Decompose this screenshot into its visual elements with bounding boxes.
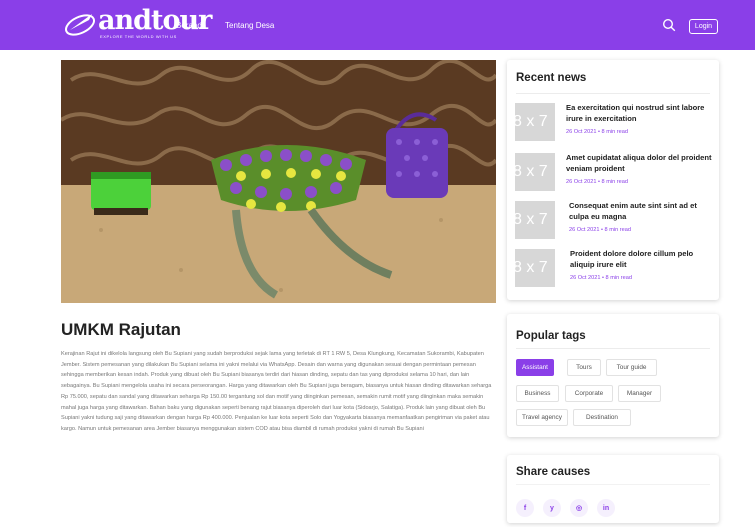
news-thumbnail: 8 x 7 bbox=[515, 249, 555, 287]
recent-news-title: Recent news bbox=[516, 72, 587, 84]
news-title: Ea exercitation qui nostrud sint labore … bbox=[566, 103, 705, 123]
tag-manager[interactable]: Manager bbox=[618, 385, 661, 402]
hero-image bbox=[61, 60, 496, 303]
share-causes-title: Share causes bbox=[516, 466, 591, 478]
instagram-icon[interactable]: ◎ bbox=[570, 499, 588, 517]
popular-tags-card: Popular tags Assistant Tours Tour guide … bbox=[507, 314, 719, 437]
twitter-icon[interactable]: y bbox=[543, 499, 561, 517]
article-body: Kerajinan Rajut ini dikelola langsung ol… bbox=[61, 351, 492, 432]
divider bbox=[516, 93, 710, 94]
tag-travel-agency[interactable]: Travel agency bbox=[516, 409, 568, 426]
login-button[interactable]: Login bbox=[689, 19, 718, 34]
news-thumbnail: 8 x 7 bbox=[515, 201, 555, 239]
plane-globe-icon bbox=[62, 8, 98, 38]
news-item[interactable]: 8 x 7 Consequat enim aute sint sint ad e… bbox=[515, 201, 711, 239]
news-item[interactable]: 8 x 7 Proident dolore dolore cillum pelo… bbox=[515, 249, 711, 287]
news-title: Proident dolore dolore cillum pelo aliqu… bbox=[570, 249, 694, 269]
popular-tags-title: Popular tags bbox=[516, 330, 586, 342]
divider bbox=[516, 484, 710, 485]
tag-destination[interactable]: Destination bbox=[573, 409, 631, 426]
divider bbox=[516, 348, 710, 349]
search-icon[interactable] bbox=[662, 18, 676, 32]
news-item[interactable]: 8 x 7 Ea exercitation qui nostrud sint l… bbox=[515, 103, 711, 141]
top-navbar: andtour EXPLORE THE WORLD WITH US Berand… bbox=[0, 0, 755, 50]
facebook-icon[interactable]: f bbox=[516, 499, 534, 517]
news-item[interactable]: 8 x 7 Amet cupidatat aliqua dolor del pr… bbox=[515, 153, 712, 191]
tag-tour-guide[interactable]: Tour guide bbox=[606, 359, 657, 376]
news-title: Consequat enim aute sint sint ad et culp… bbox=[569, 201, 697, 221]
news-meta: 26 Oct 2021 • 8 min read bbox=[569, 227, 631, 233]
news-thumbnail: 8 x 7 bbox=[515, 103, 555, 141]
page-title: UMKM Rajutan bbox=[61, 320, 181, 339]
nav-link-beranda[interactable]: Beranda bbox=[176, 21, 206, 30]
tag-assistant[interactable]: Assistant bbox=[516, 359, 554, 376]
tag-tours[interactable]: Tours bbox=[567, 359, 601, 376]
news-title: Amet cupidatat aliqua dolor del proident… bbox=[566, 153, 712, 173]
tag-corporate[interactable]: Corporate bbox=[565, 385, 613, 402]
news-thumbnail: 8 x 7 bbox=[515, 153, 555, 191]
share-causes-card: Share causes f y ◎ in bbox=[507, 455, 719, 523]
linkedin-icon[interactable]: in bbox=[597, 499, 615, 517]
brand-tagline: EXPLORE THE WORLD WITH US bbox=[100, 34, 177, 39]
news-meta: 26 Oct 2021 • 8 min read bbox=[570, 275, 632, 281]
news-meta: 26 Oct 2021 • 8 min read bbox=[566, 179, 628, 185]
tag-business[interactable]: Business bbox=[516, 385, 559, 402]
news-meta: 26 Oct 2021 • 8 min read bbox=[566, 129, 628, 135]
recent-news-card: Recent news 8 x 7 Ea exercitation qui no… bbox=[507, 60, 719, 300]
nav-link-tentang-desa[interactable]: Tentang Desa bbox=[225, 21, 274, 30]
